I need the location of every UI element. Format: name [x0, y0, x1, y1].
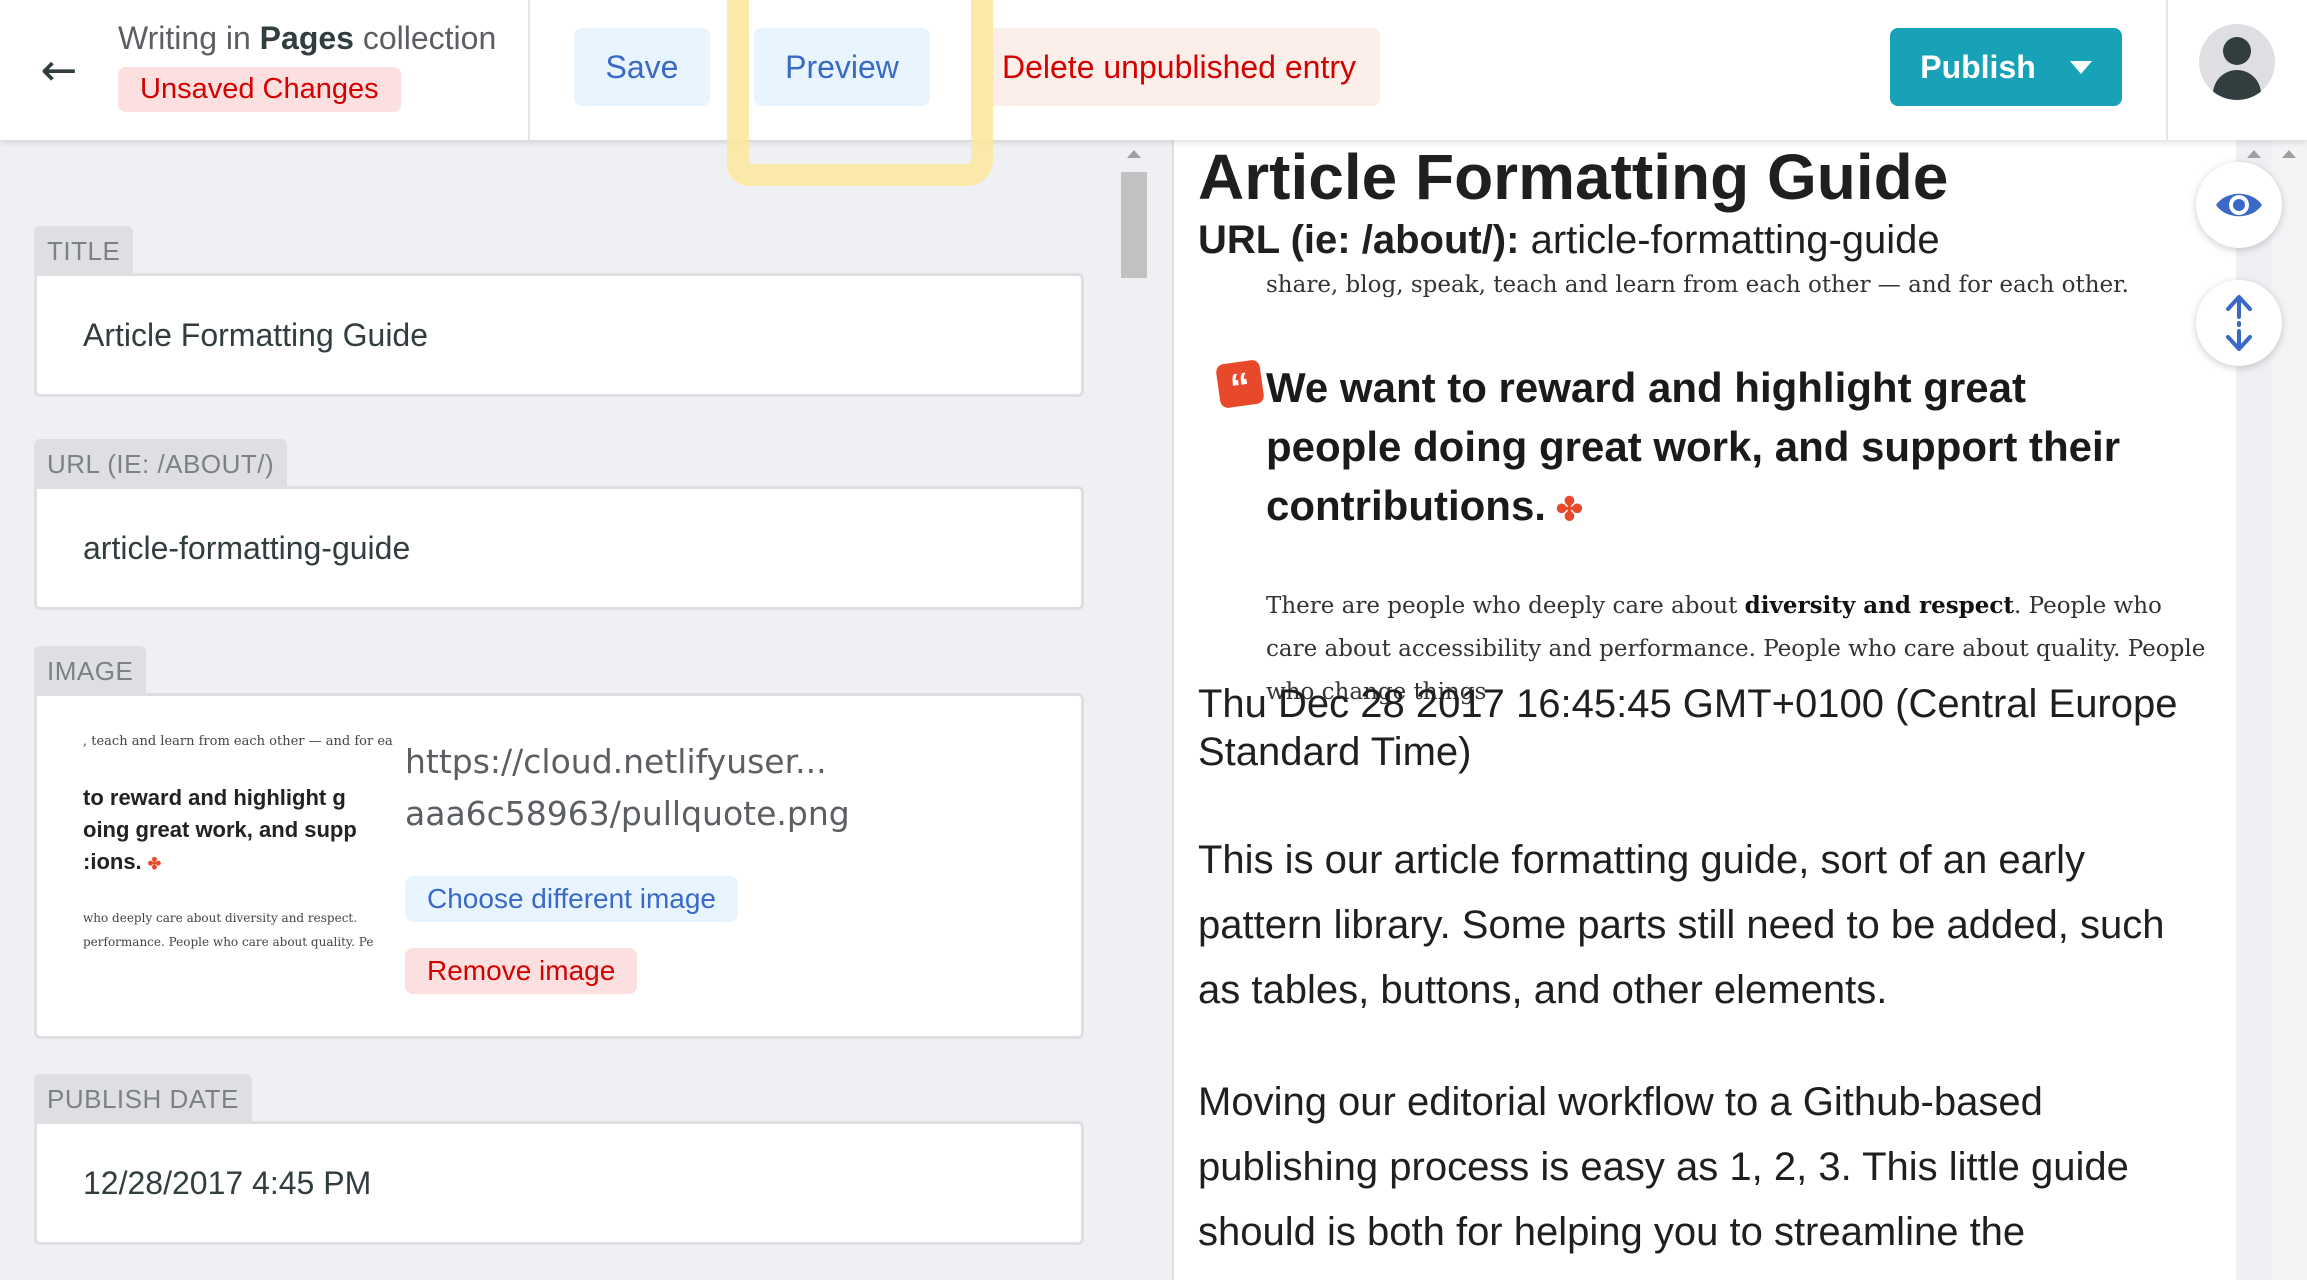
title-input[interactable]: Article Formatting Guide [34, 273, 1084, 397]
editor-scrollbar[interactable] [1118, 140, 1148, 1280]
scroll-up-icon[interactable] [2282, 150, 2296, 158]
toolbar-divider [528, 0, 530, 140]
url-label: URL (IE: /ABOUT/) [34, 439, 288, 486]
title-field: TITLE Article Formatting Guide [34, 226, 1084, 397]
save-button[interactable]: Save [574, 28, 710, 106]
preview-paragraph: Moving our editorial workflow to a Githu… [1198, 1080, 2129, 1254]
image-label: IMAGE [34, 646, 147, 693]
publish-date-label: PUBLISH DATE [34, 1074, 252, 1121]
url-input[interactable]: article-formatting-guide [34, 486, 1084, 610]
unsaved-changes-badge: Unsaved Changes [118, 67, 401, 112]
quote-icon: “ [1215, 359, 1265, 411]
choose-different-image-button[interactable]: Choose different image [405, 876, 738, 922]
publish-label: Publish [1920, 48, 2036, 85]
preview-title: Article Formatting Guide [1198, 141, 1949, 213]
title-label: TITLE [34, 226, 134, 273]
preview-url: URL (ie: /about/): article-formatting-gu… [1198, 218, 1940, 262]
caret-down-icon [2069, 60, 2092, 74]
preview-button[interactable]: Preview [754, 28, 930, 106]
twitter-bird-icon: ✤ [1555, 491, 1583, 527]
toolbar-divider [2166, 0, 2168, 140]
delete-unpublished-entry-button[interactable]: Delete unpublished entry [978, 28, 1380, 106]
image-thumbnail[interactable]: , teach and learn from each other — and … [83, 734, 393, 984]
remove-image-button[interactable]: Remove image [405, 948, 638, 994]
sync-scroll-button[interactable] [2196, 280, 2282, 366]
publish-date-input[interactable]: 12/28/2017 4:45 PM [34, 1121, 1084, 1245]
back-button[interactable]: ← [0, 0, 118, 140]
avatar-body [2213, 70, 2261, 100]
sync-scroll-icon [2226, 295, 2252, 351]
preview-date: Thu Dec 28 2017 16:45:45 GMT+0100 (Centr… [1198, 682, 2178, 774]
scroll-up-icon[interactable] [1127, 150, 1141, 158]
url-field: URL (IE: /ABOUT/) article-formatting-gui… [34, 439, 1084, 610]
collection-name: Pages [259, 20, 354, 56]
eye-icon [2216, 193, 2262, 217]
preview-pullquote: We want to reward and highlight great pe… [1266, 364, 2121, 529]
user-avatar-icon[interactable] [2199, 24, 2275, 100]
image-widget: , teach and learn from each other — and … [34, 693, 1084, 1039]
publish-button[interactable]: Publish [1890, 28, 2122, 106]
pane-divider [1148, 140, 1174, 1280]
avatar-head [2223, 37, 2251, 65]
publish-date-field: PUBLISH DATE 12/28/2017 4:45 PM [34, 1074, 1084, 1245]
writing-in-label: Writing in Pages collection [118, 20, 497, 56]
image-url: https://cloud.netlifyuser... aaa6c58963/… [405, 742, 850, 833]
twitter-bird-icon: ✤ [147, 856, 162, 873]
preview-paragraph: This is our article formatting guide, so… [1198, 838, 2165, 1012]
collection-info: Writing in Pages collection Unsaved Chan… [118, 20, 496, 112]
image-field: IMAGE , teach and learn from each other … [34, 646, 1084, 1039]
editor-toolbar: ← Writing in Pages collection Unsaved Ch… [0, 0, 2307, 140]
editor-pane: TITLE Article Formatting Guide URL (IE: … [0, 140, 1118, 1280]
arrow-left-icon: ← [40, 44, 78, 96]
toggle-preview-button[interactable] [2196, 162, 2282, 248]
preview-pane: Article Formatting Guide URL (ie: /about… [1174, 140, 2236, 1280]
editor-scrollbar-thumb[interactable] [1121, 172, 1147, 278]
scroll-up-icon[interactable] [2247, 150, 2261, 158]
